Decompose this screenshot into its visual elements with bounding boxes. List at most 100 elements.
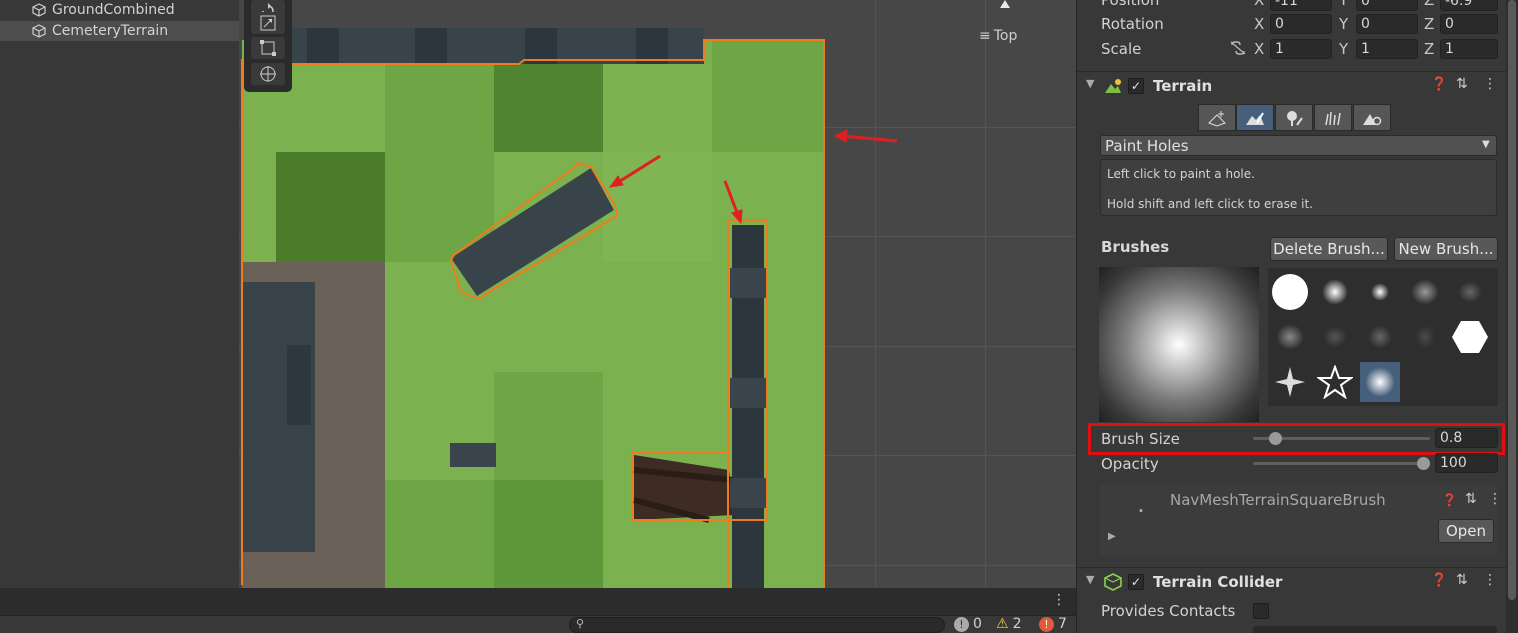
brush-hard-circle[interactable] [1270, 272, 1310, 312]
error-count-toggle[interactable]: ! 7 [1039, 616, 1067, 632]
scrollbar-thumb[interactable] [1508, 0, 1516, 600]
transform-tool-button[interactable] [251, 63, 285, 85]
terrain-title: Terrain [1153, 77, 1213, 95]
axis-y-label: Y [1339, 40, 1349, 58]
hierarchy-item-groundcombined[interactable]: GroundCombined [0, 0, 239, 20]
help-text-line: Left click to paint a hole. [1107, 167, 1255, 181]
inspector-scrollbar[interactable] [1506, 0, 1518, 633]
scale-y-field[interactable]: 1 [1356, 39, 1418, 59]
terrain-collider-header[interactable]: ▼ ✓ Terrain Collider ❓ ⇅ ⋮ [1077, 567, 1507, 595]
scale-tool-button[interactable] [251, 12, 285, 34]
terrain-enabled-checkbox[interactable]: ✓ [1128, 78, 1144, 94]
expand-arrow-icon[interactable]: ▶ [1108, 531, 1116, 542]
hamburger-icon: ≡ [979, 28, 991, 44]
view-orientation-toggle[interactable]: ≡ Top [979, 28, 1017, 44]
rotation-x-field[interactable]: 0 [1270, 14, 1332, 34]
more-options-icon[interactable]: ⋮ [1483, 572, 1497, 588]
terrain-component-header[interactable]: ▼ ✓ Terrain ❓ ⇅ ⋮ [1077, 71, 1507, 99]
view-gizmo-cone-icon[interactable] [997, 0, 1013, 10]
position-x-field[interactable]: -11 [1270, 0, 1332, 11]
warning-count-toggle[interactable]: ⚠ 2 [996, 616, 1021, 632]
terrain-collider-enabled-checkbox[interactable]: ✓ [1128, 574, 1144, 590]
console-search-input[interactable]: ⚲ [569, 617, 945, 633]
terrain-collider-icon [1104, 573, 1122, 591]
info-count-toggle[interactable]: ! 0 [954, 616, 982, 632]
brush-crack[interactable] [1360, 317, 1400, 357]
axis-x-label: X [1254, 15, 1265, 33]
brushes-heading: Brushes [1101, 238, 1170, 256]
help-icon[interactable]: ❓ [1431, 77, 1447, 92]
provides-contacts-checkbox[interactable] [1253, 603, 1269, 619]
brush-star[interactable] [1315, 362, 1355, 402]
paint-holes-help-box: Left click to paint a hole. Hold shift a… [1100, 159, 1497, 216]
brush-size-field[interactable]: 0.8 [1435, 428, 1498, 448]
paint-trees-icon [1287, 110, 1303, 126]
paint-trees-button[interactable] [1275, 104, 1313, 131]
delete-brush-button[interactable]: Delete Brush... [1270, 237, 1388, 261]
inspector-panel: Position X -11 Y 0 Z -6.9 Rotation X 0 Y… [1076, 0, 1507, 633]
opacity-slider-track[interactable] [1253, 462, 1430, 465]
provides-contacts-label: Provides Contacts [1101, 602, 1236, 620]
transform-icon [260, 66, 276, 82]
paint-terrain-button[interactable] [1236, 104, 1274, 131]
create-neighbor-icon [1208, 110, 1226, 127]
create-neighbor-terrains-button[interactable] [1198, 104, 1236, 131]
brush-rough[interactable] [1315, 317, 1355, 357]
more-options-icon[interactable]: ⋮ [1483, 76, 1497, 92]
presets-icon[interactable]: ⇅ [1465, 491, 1477, 507]
collapse-arrow-icon[interactable]: ▼ [1086, 77, 1094, 90]
gameobject-cube-icon [32, 24, 46, 38]
rect-tool-button[interactable] [251, 37, 285, 59]
axis-x-label: X [1254, 40, 1265, 58]
chevron-down-icon: ▼ [1482, 139, 1490, 150]
terrain-collider-title: Terrain Collider [1153, 573, 1283, 591]
more-options-icon[interactable]: ⋮ [1488, 491, 1502, 507]
brush-splatter[interactable] [1270, 317, 1310, 357]
rotation-z-field[interactable]: 0 [1440, 14, 1498, 34]
open-brush-button[interactable]: Open [1438, 519, 1494, 543]
opacity-slider-handle[interactable] [1417, 457, 1430, 470]
brush-noise[interactable] [1450, 272, 1490, 312]
scene-tools-palette [244, 0, 292, 92]
brush-small-soft[interactable] [1360, 272, 1400, 312]
help-icon[interactable]: ❓ [1442, 493, 1457, 507]
brush-sparkle[interactable] [1270, 362, 1310, 402]
scene-view[interactable]: ≡ Top [239, 0, 1076, 588]
info-icon: ! [954, 616, 969, 632]
presets-icon[interactable]: ⇅ [1456, 572, 1468, 588]
new-brush-button[interactable]: New Brush... [1394, 237, 1498, 261]
position-y-field[interactable]: 0 [1356, 0, 1418, 11]
constrain-proportions-icon[interactable] [1229, 41, 1247, 55]
rotation-label: Rotation [1101, 15, 1164, 33]
error-icon: ! [1039, 616, 1054, 632]
brush-soft-circle[interactable] [1315, 272, 1355, 312]
axis-z-label: Z [1424, 0, 1435, 9]
hierarchy-item-label: GroundCombined [52, 2, 175, 18]
view-orientation-label: Top [993, 28, 1018, 44]
brush-grass[interactable] [1405, 317, 1445, 357]
scale-icon [260, 15, 276, 31]
hierarchy-item-cemeteryterrain[interactable]: CemeteryTerrain [0, 21, 239, 41]
hexagon-icon [1452, 321, 1488, 353]
scale-x-field[interactable]: 1 [1270, 39, 1332, 59]
terrain-settings-button[interactable] [1353, 104, 1391, 131]
brush-cloud[interactable] [1405, 272, 1445, 312]
axis-y-label: Y [1339, 0, 1349, 9]
brush-navmesh-square-selected[interactable] [1360, 362, 1400, 402]
presets-icon[interactable]: ⇅ [1456, 76, 1468, 92]
help-text-line: Hold shift and left click to erase it. [1107, 197, 1313, 211]
opacity-field[interactable]: 100 [1435, 453, 1498, 473]
material-field[interactable] [1253, 626, 1497, 633]
console-toolbar: ⚲ ! 0 ⚠ 2 ! 7 [0, 615, 1076, 633]
rotation-y-field[interactable]: 0 [1356, 14, 1418, 34]
position-z-field[interactable]: -6.9 [1440, 0, 1498, 11]
scale-z-field[interactable]: 1 [1440, 39, 1498, 59]
more-options-icon[interactable]: ⋮ [1052, 592, 1066, 608]
terrain-tool-dropdown[interactable]: Paint Holes ▼ [1100, 135, 1497, 156]
paint-details-button[interactable] [1314, 104, 1352, 131]
help-icon[interactable]: ❓ [1431, 573, 1447, 588]
hierarchy-item-label: CemeteryTerrain [52, 23, 169, 39]
collapse-arrow-icon[interactable]: ▼ [1086, 573, 1094, 586]
axis-x-label: X [1254, 0, 1265, 9]
brush-hexagon[interactable] [1450, 317, 1490, 357]
